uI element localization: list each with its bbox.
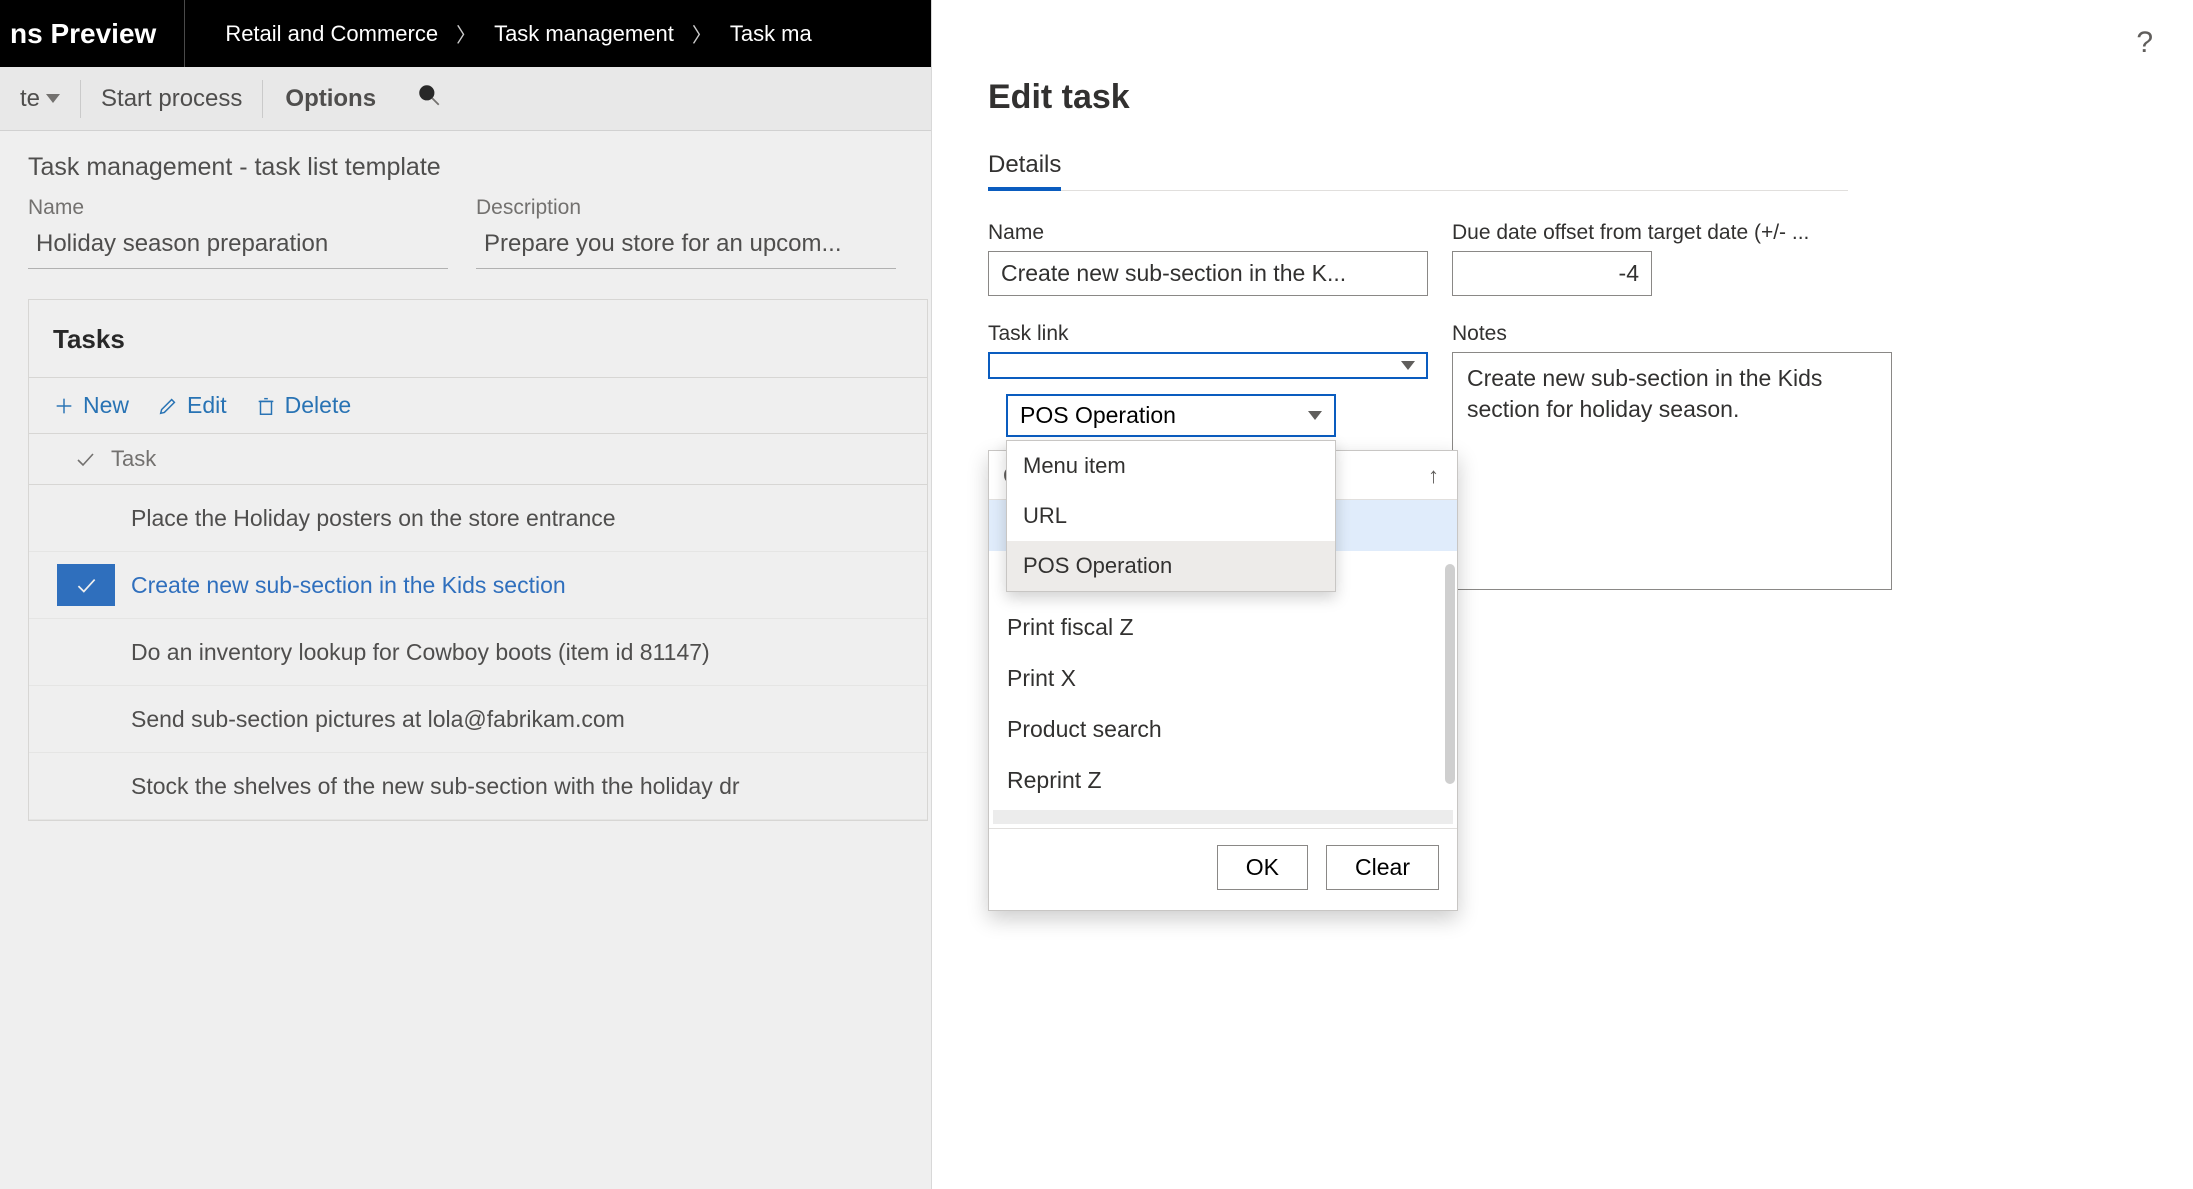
due-date-label: Due date offset from target date (+/- ..… — [1452, 221, 1892, 245]
tab-underline — [988, 190, 1848, 191]
options-button[interactable]: Options — [263, 67, 398, 130]
link-type-select[interactable]: POS Operation — [1006, 394, 1336, 437]
link-type-value: POS Operation — [1020, 402, 1176, 429]
edit-button[interactable]: Edit — [157, 392, 227, 419]
delete-button[interactable]: Delete — [255, 392, 351, 419]
description-label: Description — [476, 196, 896, 220]
column-task[interactable]: Task — [111, 446, 156, 472]
button-label: Delete — [285, 392, 351, 419]
name-field[interactable]: Holiday season preparation — [28, 224, 448, 269]
breadcrumb-item[interactable]: Retail and Commerce — [225, 21, 438, 47]
result-item[interactable]: Product search — [989, 704, 1457, 755]
chevron-right-icon: 〉 — [692, 19, 712, 48]
notes-label: Notes — [1452, 322, 1892, 346]
breadcrumb: Retail and Commerce 〉 Task management 〉 … — [185, 0, 811, 67]
link-type-options: Menu itemURLPOS Operation — [1006, 440, 1336, 592]
result-item[interactable]: Reprint Z — [989, 755, 1457, 806]
tasks-toolbar: New Edit Delete — [29, 378, 927, 434]
notes-field[interactable]: Create new sub-section in the Kids secti… — [1452, 352, 1892, 590]
horizontal-scrollbar[interactable] — [993, 810, 1453, 824]
table-row[interactable]: Place the Holiday posters on the store e… — [29, 485, 927, 552]
chevron-down-icon — [46, 94, 60, 103]
link-type-option[interactable]: Menu item — [1007, 441, 1335, 491]
breadcrumb-item[interactable]: Task ma — [730, 21, 812, 47]
tasks-grid-header: Task — [29, 434, 927, 485]
task-link-label: Task link — [988, 322, 1428, 346]
row-select-marker[interactable] — [57, 497, 115, 539]
table-row[interactable]: Do an inventory lookup for Cowboy boots … — [29, 619, 927, 686]
app-title: ns Preview — [0, 0, 185, 67]
row-select-marker[interactable] — [57, 631, 115, 673]
ok-button[interactable]: OK — [1217, 845, 1308, 890]
panel-title: Edit task — [988, 78, 2193, 117]
checkmark-icon[interactable] — [73, 447, 97, 471]
task-text: Stock the shelves of the new sub-section… — [115, 773, 740, 800]
tasks-card: Tasks New Edit Delete Task Place the Hol… — [28, 299, 928, 821]
table-row[interactable]: Send sub-section pictures at lola@fabrik… — [29, 686, 927, 753]
button-label: Edit — [187, 392, 227, 419]
scrollbar-thumb[interactable] — [1445, 564, 1455, 784]
table-row[interactable]: Stock the shelves of the new sub-section… — [29, 753, 927, 820]
due-date-field[interactable]: -4 — [1452, 251, 1652, 296]
start-process-button[interactable]: Start process — [81, 67, 262, 130]
sort-asc-icon[interactable]: ↑ — [1428, 463, 1439, 489]
edit-task-panel: ? Edit task Details Name Create new sub-… — [931, 0, 2193, 1189]
name-label: Name — [988, 221, 1428, 245]
task-text: Send sub-section pictures at lola@fabrik… — [115, 706, 625, 733]
link-type-option[interactable]: POS Operation — [1007, 541, 1335, 591]
tab-details[interactable]: Details — [988, 151, 1061, 191]
task-text: Create new sub-section in the Kids secti… — [115, 572, 566, 599]
delete-button[interactable]: te — [0, 67, 80, 130]
tasks-card-title: Tasks — [29, 300, 927, 378]
table-row[interactable]: Create new sub-section in the Kids secti… — [29, 552, 927, 619]
chevron-down-icon — [1401, 361, 1415, 370]
name-field[interactable]: Create new sub-section in the K... — [988, 251, 1428, 296]
name-label: Name — [28, 196, 448, 220]
task-text: Do an inventory lookup for Cowboy boots … — [115, 639, 710, 666]
description-field[interactable]: Prepare you store for an upcom... — [476, 224, 896, 269]
row-select-marker[interactable] — [57, 765, 115, 807]
row-select-marker[interactable] — [57, 698, 115, 740]
task-link-combo[interactable] — [988, 352, 1428, 379]
search-icon[interactable] — [416, 82, 442, 115]
help-icon[interactable]: ? — [2136, 26, 2153, 60]
chevron-right-icon: 〉 — [456, 19, 476, 48]
row-select-marker[interactable] — [57, 564, 115, 606]
breadcrumb-item[interactable]: Task management — [494, 21, 674, 47]
task-text: Place the Holiday posters on the store e… — [115, 505, 616, 532]
clear-button[interactable]: Clear — [1326, 845, 1439, 890]
new-button[interactable]: New — [53, 392, 129, 419]
link-type-option[interactable]: URL — [1007, 491, 1335, 541]
button-label: New — [83, 392, 129, 419]
result-item[interactable]: Print fiscal Z — [989, 602, 1457, 653]
result-item[interactable]: Print X — [989, 653, 1457, 704]
button-label: te — [20, 85, 40, 113]
chevron-down-icon — [1308, 411, 1322, 420]
